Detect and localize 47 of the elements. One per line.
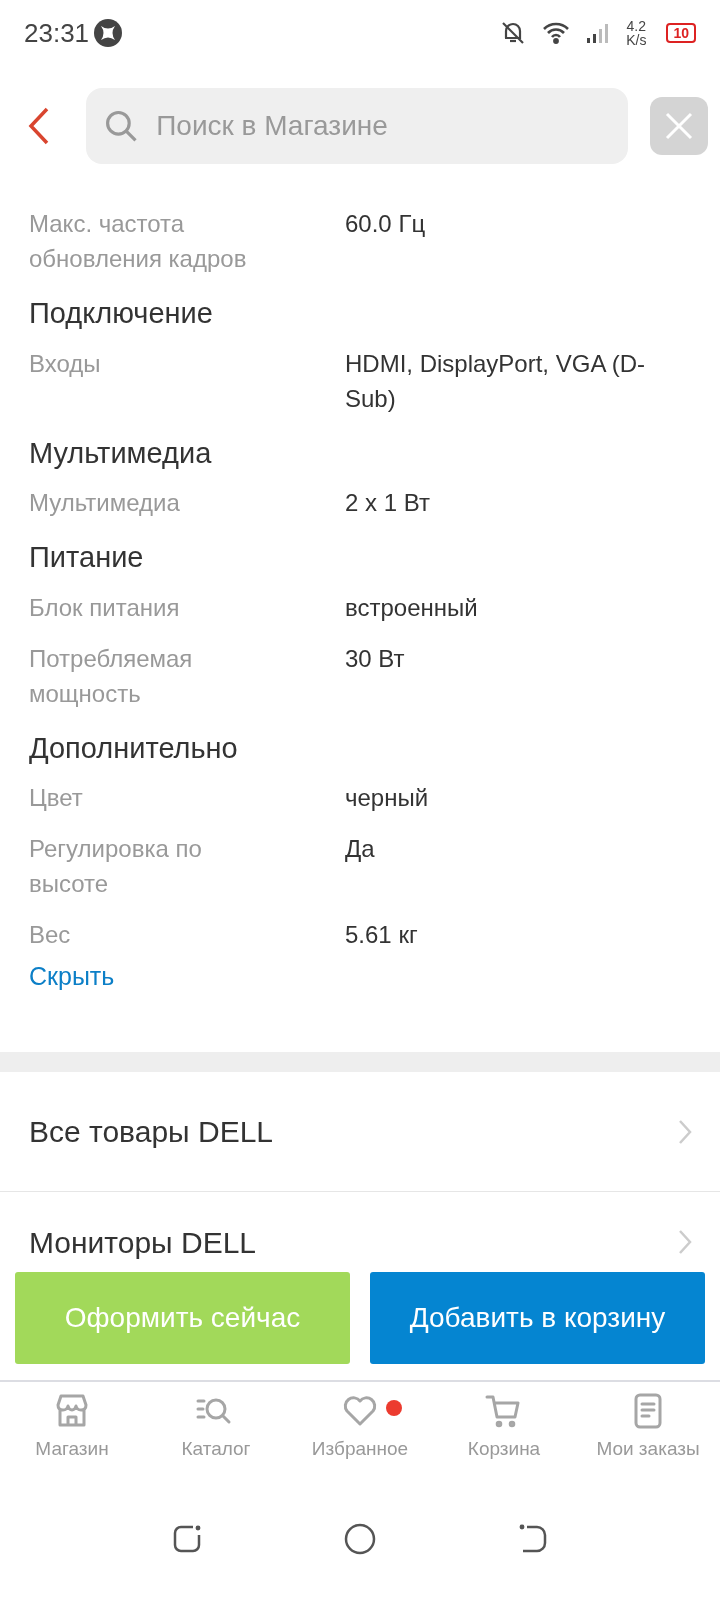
brand-link[interactable]: Мониторы DELL	[0, 1192, 720, 1272]
spec-value: Да	[345, 834, 376, 864]
spec-value: HDMI, DisplayPort, VGA (D-Sub)	[345, 348, 647, 414]
wifi-icon	[542, 22, 571, 44]
signal-icon	[586, 22, 611, 44]
section-heading: Мультимедиа	[29, 435, 213, 471]
network-speed-unit: K/s	[626, 33, 647, 47]
spec-value: встроенный	[345, 592, 479, 623]
spec-value: 2 x 1 Вт	[345, 488, 431, 518]
home-icon[interactable]	[343, 1522, 377, 1556]
spec-label: Макс. частота обновления кадров	[29, 209, 248, 274]
search-bar[interactable]: Поиск в Магазине	[86, 88, 628, 164]
spec-value: 60.0 Гц	[345, 209, 427, 239]
link-label: Мониторы DELL	[29, 1224, 257, 1261]
spec-label: Вес	[29, 920, 72, 950]
section-heading: Подключение	[29, 296, 214, 331]
search-field[interactable]: Поиск в Магазине	[154, 104, 610, 148]
spec-value: 5.61 кг	[345, 920, 419, 950]
network-speed-value: 4.2	[626, 19, 647, 33]
back-icon[interactable]	[517, 1523, 549, 1555]
section-heading: Питание	[29, 540, 145, 575]
nav-tab[interactable]: Каталог	[144, 1390, 288, 1484]
spec-label: Блок питания	[29, 592, 181, 623]
close-icon	[665, 112, 693, 140]
spec-label: Мультимедиа	[29, 488, 181, 518]
spec-label: Входы	[29, 348, 102, 379]
nav-tab[interactable]: Корзина	[432, 1390, 576, 1484]
spec-label: Цвет	[29, 783, 84, 813]
spec-label: Регулировка по высоте	[29, 834, 203, 899]
nav-tab[interactable]: Магазин	[0, 1390, 144, 1484]
add-to-cart-button[interactable]: Добавить в корзину	[370, 1272, 705, 1364]
hide-link[interactable]: Скрыть	[29, 958, 115, 996]
recent-apps-icon[interactable]	[171, 1523, 203, 1555]
nav-tab[interactable]: Избранное	[288, 1390, 432, 1484]
chevron-icon	[678, 1229, 692, 1255]
section-heading: Дополнительно	[29, 730, 239, 766]
nav-tab[interactable]: Мои заказы	[576, 1390, 720, 1484]
spec-value: черный	[345, 783, 430, 813]
brand-link[interactable]: Все товары DELL	[0, 1072, 720, 1192]
spec-value: 30 Вт	[345, 643, 406, 674]
link-label: Все товары DELL	[29, 1114, 274, 1150]
app-logo-icon	[93, 18, 124, 48]
clock: 23:31	[24, 16, 90, 50]
buy-now-button[interactable]: Оформить сейчас	[15, 1272, 350, 1364]
battery-level: 10	[666, 23, 696, 43]
spec-label: Потребляемая мощность	[29, 643, 194, 709]
chevron-icon	[678, 1118, 692, 1145]
